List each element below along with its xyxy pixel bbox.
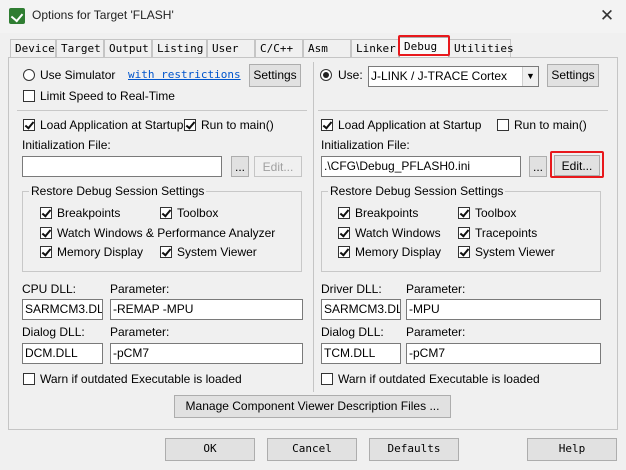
driver-dll-input[interactable]: SARMCM3.DLL xyxy=(321,299,401,320)
right-init-file-input[interactable]: .\CFG\Debug_PFLASH0.ini xyxy=(321,156,521,177)
limit-speed-label: Limit Speed to Real-Time xyxy=(40,89,175,103)
left-init-file-input[interactable] xyxy=(22,156,222,177)
limit-speed-checkbox[interactable] xyxy=(23,90,35,102)
right-warn-checkbox[interactable] xyxy=(321,373,333,385)
left-breakpoints-label: Breakpoints xyxy=(57,206,121,220)
help-button[interactable]: Help xyxy=(527,438,617,461)
debugger-settings-button[interactable]: Settings xyxy=(547,64,599,87)
left-browse-button[interactable]: ... xyxy=(231,156,249,177)
cancel-button[interactable]: Cancel xyxy=(267,438,357,461)
left-memory-label: Memory Display xyxy=(57,245,144,259)
window-title: Options for Target 'FLASH' xyxy=(32,8,174,22)
tab-asm[interactable]: Asm xyxy=(303,39,351,58)
left-init-file-label: Initialization File: xyxy=(22,138,111,152)
right-breakpoints-checkbox[interactable] xyxy=(338,207,350,219)
right-dialog-dll-input[interactable]: TCM.DLL xyxy=(321,343,401,364)
left-run-to-main-label: Run to main() xyxy=(201,118,274,132)
cpu-dll-label: CPU DLL: xyxy=(22,282,77,296)
right-load-app-checkbox[interactable] xyxy=(321,119,333,131)
right-toolbox-checkbox[interactable] xyxy=(458,207,470,219)
left-edit-button[interactable]: Edit... xyxy=(254,156,302,177)
right-separator xyxy=(318,110,608,111)
left-toolbox-checkbox[interactable] xyxy=(160,207,172,219)
right-breakpoints-label: Breakpoints xyxy=(355,206,419,220)
left-dialog-dll-input[interactable]: DCM.DLL xyxy=(22,343,103,364)
tab-target[interactable]: Target xyxy=(56,39,104,58)
left-watch-checkbox[interactable] xyxy=(40,227,52,239)
restrictions-link[interactable]: with restrictions xyxy=(128,68,241,81)
use-simulator-radio[interactable] xyxy=(23,69,35,81)
tab-debug[interactable]: Debug xyxy=(399,37,449,58)
left-memory-checkbox[interactable] xyxy=(40,246,52,258)
cpu-param-input[interactable]: -REMAP -MPU xyxy=(110,299,303,320)
close-button[interactable]: ✕ xyxy=(594,4,620,28)
tab-c-cpp[interactable]: C/C++ xyxy=(255,39,303,58)
left-dialog-param-input[interactable]: -pCM7 xyxy=(110,343,303,364)
cpu-dll-input[interactable]: SARMCM3.DLL xyxy=(22,299,103,320)
left-watch-label: Watch Windows & Performance Analyzer xyxy=(57,226,276,240)
right-init-file-label: Initialization File: xyxy=(321,138,410,152)
cpu-param-label: Parameter: xyxy=(110,282,170,296)
manage-component-viewer-button[interactable]: Manage Component Viewer Description File… xyxy=(174,395,451,418)
left-warn-label: Warn if outdated Executable is loaded xyxy=(40,372,242,386)
use-debugger-radio[interactable] xyxy=(320,69,332,81)
right-warn-label: Warn if outdated Executable is loaded xyxy=(338,372,540,386)
use-simulator-label: Use Simulator xyxy=(40,68,116,82)
left-restore-title: Restore Debug Session Settings xyxy=(29,184,207,198)
left-load-app-checkbox[interactable] xyxy=(23,119,35,131)
right-load-app-label: Load Application at Startup xyxy=(338,118,482,132)
debugger-select-value: J-LINK / J-TRACE Cortex xyxy=(371,69,508,83)
left-breakpoints-checkbox[interactable] xyxy=(40,207,52,219)
keil-app-icon xyxy=(9,8,25,24)
tab-utilities[interactable]: Utilities xyxy=(449,39,514,58)
tab-listing[interactable]: Listing xyxy=(152,39,207,58)
left-load-app-label: Load Application at Startup xyxy=(40,118,184,132)
left-toolbox-label: Toolbox xyxy=(177,206,219,220)
left-dialog-param-label: Parameter: xyxy=(110,325,170,339)
right-run-to-main-checkbox[interactable] xyxy=(497,119,509,131)
right-edit-button[interactable]: Edit... xyxy=(554,155,600,176)
right-restore-title: Restore Debug Session Settings xyxy=(328,184,506,198)
defaults-button[interactable]: Defaults xyxy=(369,438,459,461)
right-sysviewer-checkbox[interactable] xyxy=(458,246,470,258)
left-sysviewer-label: System Viewer xyxy=(177,245,257,259)
right-browse-button[interactable]: ... xyxy=(529,156,547,177)
right-toolbox-label: Toolbox xyxy=(475,206,517,220)
left-dialog-dll-label: Dialog DLL: xyxy=(22,325,85,339)
right-tracepoints-label: Tracepoints xyxy=(475,226,538,240)
tab-user[interactable]: User xyxy=(207,39,255,58)
debugger-select[interactable]: J-LINK / J-TRACE Cortex xyxy=(368,66,539,87)
left-warn-checkbox[interactable] xyxy=(23,373,35,385)
left-run-to-main-checkbox[interactable] xyxy=(184,119,196,131)
ok-button[interactable]: OK xyxy=(165,438,255,461)
right-tracepoints-checkbox[interactable] xyxy=(458,227,470,239)
simulator-settings-button[interactable]: Settings xyxy=(249,64,301,87)
left-sysviewer-checkbox[interactable] xyxy=(160,246,172,258)
right-dialog-param-input[interactable]: -pCM7 xyxy=(406,343,601,364)
right-run-to-main-label: Run to main() xyxy=(514,118,587,132)
right-dialog-dll-label: Dialog DLL: xyxy=(321,325,384,339)
right-watch-checkbox[interactable] xyxy=(338,227,350,239)
chevron-down-icon[interactable]: ▼ xyxy=(522,67,538,86)
right-dialog-param-label: Parameter: xyxy=(406,325,466,339)
left-separator xyxy=(17,110,307,111)
tab-output[interactable]: Output xyxy=(104,39,152,58)
driver-param-input[interactable]: -MPU xyxy=(406,299,601,320)
driver-dll-label: Driver DLL: xyxy=(321,282,382,296)
right-sysviewer-label: System Viewer xyxy=(475,245,555,259)
column-divider xyxy=(313,62,314,392)
right-memory-checkbox[interactable] xyxy=(338,246,350,258)
tab-linker[interactable]: Linker xyxy=(351,39,399,58)
driver-param-label: Parameter: xyxy=(406,282,466,296)
tab-device[interactable]: Device xyxy=(10,39,56,58)
right-watch-label: Watch Windows xyxy=(355,226,441,240)
use-label: Use: xyxy=(338,68,363,82)
right-memory-label: Memory Display xyxy=(355,245,442,259)
